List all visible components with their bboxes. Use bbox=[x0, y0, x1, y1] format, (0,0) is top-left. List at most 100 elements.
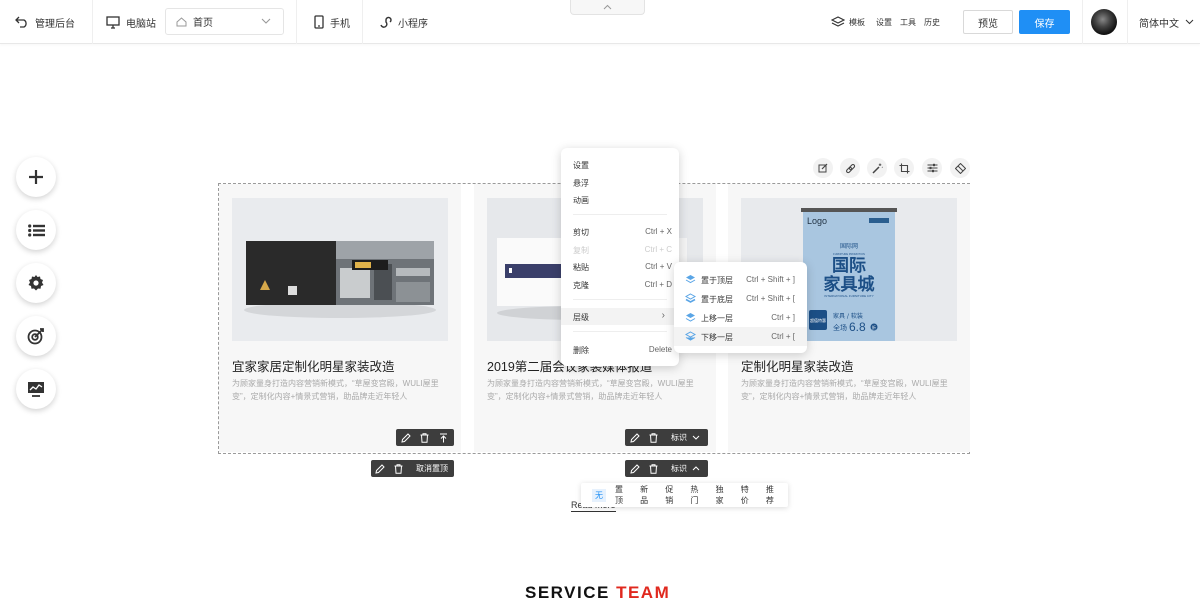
edit-icon[interactable] bbox=[625, 460, 644, 477]
context-menu: 设置 悬浮 动画 剪切 Ctrl + X 复制 Ctrl + C 粘贴 Ctrl + … bbox=[561, 148, 679, 366]
submenu-label: 置于顶层 bbox=[701, 276, 733, 285]
language-label: 简体中文 bbox=[1139, 18, 1179, 30]
history-link[interactable]: 历史 bbox=[924, 17, 940, 28]
site-settings-button[interactable] bbox=[16, 263, 56, 303]
submenu-move-up[interactable]: 上移一层 Ctrl + ] bbox=[674, 308, 807, 327]
tag-option-special[interactable]: 特价 bbox=[738, 483, 757, 507]
tag-options-popup: 无 置顶 新品 促销 热门 独家 特价 推荐 bbox=[581, 483, 788, 507]
trash-icon[interactable] bbox=[390, 460, 409, 477]
tag-option-exclusive[interactable]: 独家 bbox=[713, 483, 732, 507]
poster-logo: Logo bbox=[807, 216, 827, 226]
language-select[interactable]: 简体中文 bbox=[1139, 0, 1200, 44]
tag-select-open[interactable]: 标识 bbox=[663, 463, 706, 474]
edit-icon[interactable] bbox=[625, 429, 644, 446]
module-list-button[interactable] bbox=[16, 210, 56, 250]
link-section-button[interactable] bbox=[840, 158, 860, 178]
unpin-button[interactable]: 取消置顶 bbox=[408, 463, 454, 474]
miniapp-label: 小程序 bbox=[398, 18, 428, 30]
back-arrow-icon bbox=[15, 16, 27, 28]
menu-item-layer[interactable]: 层级 › bbox=[561, 308, 679, 325]
layer-submenu: 置于顶层 Ctrl + Shift + ] 置于底层 Ctrl + Shift … bbox=[674, 262, 807, 353]
tag-select[interactable]: 标识 bbox=[663, 432, 706, 443]
chevron-down-icon bbox=[261, 18, 271, 24]
tag-option-pinned[interactable]: 置顶 bbox=[612, 483, 631, 507]
pc-site-label: 电脑站 bbox=[126, 18, 156, 30]
link-icon bbox=[845, 163, 855, 173]
settings-link[interactable]: 设置 bbox=[876, 17, 892, 28]
poster-discount-suffix: 折 bbox=[872, 324, 876, 330]
submenu-bring-to-front[interactable]: 置于顶层 Ctrl + Shift + ] bbox=[674, 270, 807, 289]
tag-option-promo[interactable]: 促销 bbox=[662, 483, 681, 507]
menu-label: 克隆 bbox=[573, 281, 589, 290]
edit-icon bbox=[818, 163, 828, 173]
menu-item-clone[interactable]: 克隆 Ctrl + D bbox=[561, 276, 679, 293]
adjust-button[interactable] bbox=[922, 158, 942, 178]
menu-label: 层级 bbox=[573, 313, 589, 322]
save-button[interactable]: 保存 bbox=[1019, 10, 1070, 34]
submenu-move-down[interactable]: 下移一层 Ctrl + [ bbox=[674, 327, 807, 346]
plus-icon bbox=[29, 170, 43, 184]
menu-label: 粘贴 bbox=[573, 263, 589, 272]
poster-strap: INTERNATIONAL FURNITURE CITY bbox=[824, 294, 874, 298]
submenu-send-to-back[interactable]: 置于底层 Ctrl + Shift + [ bbox=[674, 289, 807, 308]
tag-select-label: 标识 bbox=[671, 433, 687, 442]
edit-icon[interactable] bbox=[371, 460, 390, 477]
menu-item-cut[interactable]: 剪切 Ctrl + X bbox=[561, 223, 679, 240]
menu-shortcut: Delete bbox=[648, 345, 672, 354]
tag-option-hot[interactable]: 热门 bbox=[687, 483, 706, 507]
menu-label: 悬浮 bbox=[573, 179, 589, 188]
page-select[interactable]: 首页 bbox=[165, 8, 284, 35]
case-card-3-title[interactable]: 定制化明星家装改造 bbox=[741, 356, 854, 375]
menu-item-delete[interactable]: 删除 Delete bbox=[561, 341, 679, 358]
tag-option-new[interactable]: 新品 bbox=[637, 483, 656, 507]
tag-option-none[interactable]: 无 bbox=[592, 488, 606, 502]
menu-item-copy[interactable]: 复制 Ctrl + C bbox=[561, 241, 679, 258]
menu-label: 复制 bbox=[573, 246, 589, 255]
magic-wand-icon bbox=[871, 163, 883, 174]
mobile-label: 手机 bbox=[330, 18, 350, 30]
poster-discount: 6.8 bbox=[849, 320, 866, 334]
back-to-admin[interactable]: 管理后台 bbox=[15, 0, 75, 44]
monitor-icon bbox=[28, 382, 44, 397]
layers-icon bbox=[954, 162, 966, 174]
statistics-button[interactable] bbox=[16, 369, 56, 409]
collapse-toolbar-button[interactable] bbox=[570, 0, 645, 15]
menu-item-paste[interactable]: 粘贴 Ctrl + V bbox=[561, 258, 679, 275]
preview-button[interactable]: 预览 bbox=[963, 10, 1013, 34]
miniapp-tab[interactable]: 小程序 bbox=[379, 0, 428, 44]
gear-icon bbox=[28, 275, 44, 291]
trash-icon[interactable] bbox=[415, 429, 434, 446]
move-up-icon bbox=[685, 313, 696, 322]
edit-icon[interactable] bbox=[396, 429, 415, 446]
arrow-up-icon[interactable] bbox=[434, 429, 453, 446]
service-title-part1: SERVICE bbox=[525, 583, 610, 600]
poster-brand: 国际网 bbox=[840, 242, 858, 250]
home-icon bbox=[176, 16, 187, 26]
case-card-2-desc: 为顾家量身打造内容营销新模式，“草屋变宫殿，WULI屋里变”，定制化内容+情景式… bbox=[487, 379, 694, 401]
tools-link[interactable]: 工具 bbox=[900, 17, 916, 28]
chevron-up-icon bbox=[692, 466, 700, 471]
menu-label: 剪切 bbox=[573, 228, 589, 237]
menu-shortcut: Ctrl + D bbox=[644, 280, 672, 289]
effects-button[interactable] bbox=[867, 158, 887, 178]
layer-order-button[interactable] bbox=[950, 158, 970, 178]
menu-item-settings[interactable]: 设置 bbox=[561, 156, 679, 173]
template-button[interactable]: 模板 bbox=[831, 0, 865, 44]
menu-item-animation[interactable]: 动画 bbox=[561, 191, 679, 208]
trash-icon[interactable] bbox=[644, 460, 663, 477]
submenu-label: 下移一层 bbox=[701, 333, 733, 342]
case-card-1-title[interactable]: 宜家家居定制化明星家装改造 bbox=[232, 356, 395, 375]
marketing-button[interactable] bbox=[16, 316, 56, 356]
avatar[interactable] bbox=[1091, 9, 1117, 35]
poster-discount-prefix: 全场 bbox=[833, 323, 847, 332]
pc-site-tab[interactable]: 电脑站 bbox=[106, 0, 156, 44]
crop-button[interactable] bbox=[894, 158, 914, 178]
edit-section-button[interactable] bbox=[813, 158, 833, 178]
trash-icon[interactable] bbox=[644, 429, 663, 446]
add-module-button[interactable] bbox=[16, 157, 56, 197]
tag-option-recommend[interactable]: 推荐 bbox=[763, 483, 782, 507]
poster-tagline: 家具 / 软装 bbox=[833, 312, 863, 320]
card-2-controls: 标识 bbox=[625, 429, 708, 446]
mobile-tab[interactable]: 手机 bbox=[314, 0, 350, 44]
menu-item-float[interactable]: 悬浮 bbox=[561, 174, 679, 191]
